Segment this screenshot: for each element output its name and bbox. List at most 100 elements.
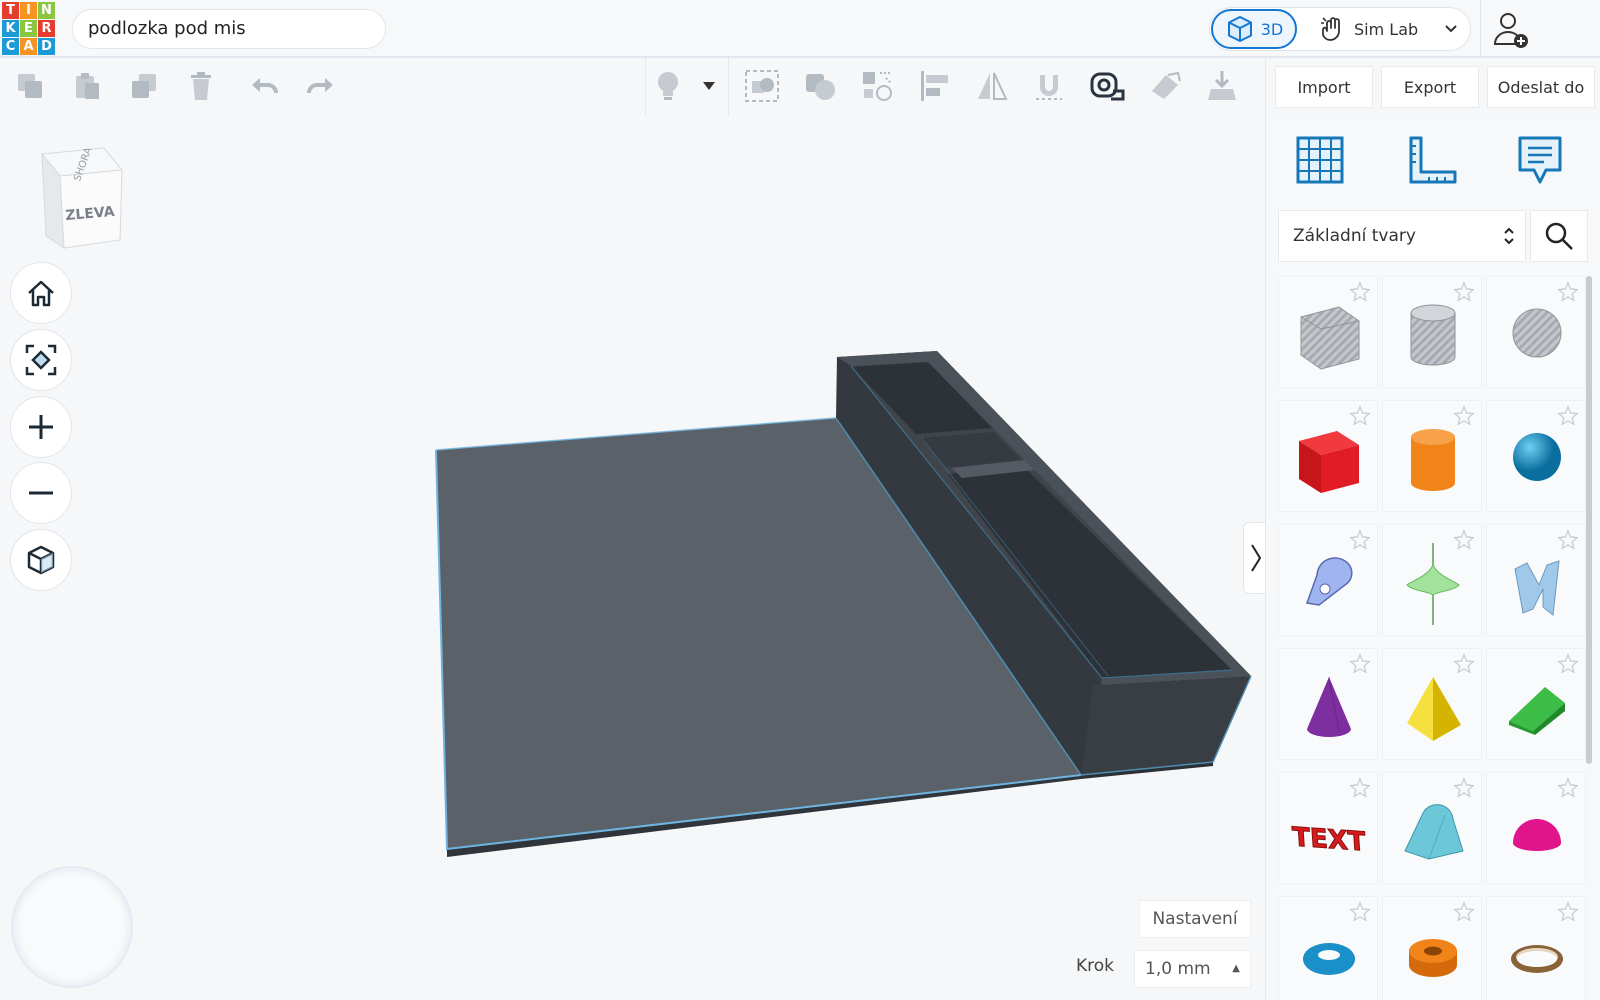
settings-button[interactable]: Nastavení [1139, 900, 1251, 938]
star-icon[interactable] [1557, 405, 1579, 427]
zoom-out-button[interactable] [10, 462, 72, 524]
grid-icon [1296, 136, 1344, 184]
zoom-in-button[interactable] [10, 396, 72, 458]
star-icon[interactable] [1557, 281, 1579, 303]
redo-button[interactable] [301, 66, 341, 106]
note-dropdown[interactable] [696, 66, 722, 106]
drop-to-plane-icon [1208, 71, 1236, 100]
shape-cone[interactable] [1278, 648, 1378, 760]
star-icon[interactable] [1349, 281, 1371, 303]
star-icon[interactable] [1453, 405, 1475, 427]
shape-ring[interactable] [1486, 896, 1586, 1000]
star-icon[interactable] [1453, 653, 1475, 675]
star-icon[interactable] [1557, 653, 1579, 675]
copy-button[interactable] [10, 66, 50, 106]
search-icon [1545, 222, 1573, 250]
shape-box[interactable] [1278, 400, 1378, 512]
workplane-tab[interactable] [1290, 130, 1350, 190]
shape-shape-generator[interactable] [1382, 524, 1482, 636]
project-name-field[interactable]: podlozka pod mis [72, 9, 386, 49]
paint-button[interactable] [1145, 66, 1185, 106]
orbit-control[interactable] [11, 866, 133, 988]
align-dots-button[interactable] [857, 66, 897, 106]
sim-lab-button[interactable]: Sim Lab [1320, 9, 1470, 49]
group-button[interactable] [742, 66, 782, 106]
tinkercad-logo[interactable]: TIN KER CAD [2, 2, 56, 56]
shape-half-sphere[interactable] [1486, 772, 1586, 884]
ungroup-button[interactable] [800, 66, 840, 106]
magnet-button[interactable] [1029, 66, 1069, 106]
drop-button[interactable] [1202, 66, 1242, 106]
shape-text-shape[interactable] [1486, 524, 1586, 636]
mirror-icon [978, 72, 1008, 100]
star-icon[interactable] [1557, 777, 1579, 799]
view-cube[interactable]: SHORA ZLEVA [32, 140, 132, 250]
panel-scrollbar[interactable] [1586, 276, 1592, 764]
notes-tab[interactable] [1510, 130, 1570, 190]
shape-cylinder-hole[interactable] [1382, 276, 1482, 388]
trash-icon [191, 72, 211, 100]
plus-icon [29, 415, 53, 439]
align-icon [921, 71, 948, 101]
star-icon[interactable] [1349, 529, 1371, 551]
star-icon[interactable] [1453, 777, 1475, 799]
add-user-button[interactable] [1480, 0, 1540, 58]
projection-button[interactable] [10, 529, 72, 591]
triangle-up-icon: ▲ [1232, 963, 1240, 974]
shape-torus[interactable] [1278, 896, 1378, 1000]
logo-letter: I [20, 2, 37, 19]
star-icon[interactable] [1557, 901, 1579, 923]
ruler-tape-button[interactable] [1087, 66, 1127, 106]
export-button[interactable]: Export [1381, 66, 1479, 108]
top-bar: TIN KER CAD podlozka pod mis 3D Sim Lab [0, 0, 1600, 58]
star-icon[interactable] [1557, 529, 1579, 551]
minus-icon [29, 491, 53, 495]
shape-pyramid[interactable] [1382, 648, 1482, 760]
home-view-button[interactable] [10, 262, 72, 324]
snap-step-select[interactable]: 1,0 mm ▲ [1134, 950, 1251, 988]
ruler-icon [1409, 136, 1457, 184]
view-3d-button[interactable]: 3D [1211, 9, 1297, 49]
cruise-icon [863, 72, 892, 101]
fit-view-button[interactable] [10, 329, 72, 391]
shape-roof[interactable] [1486, 648, 1586, 760]
star-icon[interactable] [1349, 653, 1371, 675]
align-button[interactable] [915, 66, 955, 106]
mirror-button[interactable] [972, 66, 1012, 106]
star-icon[interactable] [1349, 901, 1371, 923]
shape-sphere[interactable] [1486, 400, 1586, 512]
send-to-button[interactable]: Odeslat do [1487, 66, 1595, 108]
import-button[interactable]: Import [1275, 66, 1373, 108]
shape-search-button[interactable] [1530, 210, 1588, 262]
tape-measure-icon [1090, 72, 1125, 101]
svg-text:TEXT: TEXT [1291, 822, 1366, 857]
workplane-viewport[interactable] [0, 116, 1265, 1000]
star-icon[interactable] [1349, 777, 1371, 799]
shape-text[interactable]: TEXT [1278, 772, 1378, 884]
undo-button[interactable] [244, 66, 284, 106]
shape-cylinder[interactable] [1382, 400, 1482, 512]
duplicate-button[interactable] [124, 66, 164, 106]
note-button[interactable] [648, 66, 688, 106]
shape-sphere-hole[interactable] [1486, 276, 1586, 388]
logo-letter: K [2, 20, 19, 37]
paste-button[interactable] [67, 66, 107, 106]
delete-button[interactable] [181, 66, 221, 106]
shape-box-hole[interactable] [1278, 276, 1378, 388]
undo-icon [252, 78, 278, 94]
shape-scribble[interactable] [1278, 524, 1378, 636]
paste-icon [76, 73, 99, 99]
chevron-right-icon [1251, 544, 1262, 572]
star-icon[interactable] [1453, 529, 1475, 551]
chevron-down-icon [1445, 25, 1457, 33]
star-icon[interactable] [1453, 281, 1475, 303]
shape-tube[interactable] [1382, 896, 1482, 1000]
shape-library-select[interactable]: Základní tvary [1278, 210, 1526, 262]
star-icon[interactable] [1453, 901, 1475, 923]
view-mode-toggle: 3D Sim Lab [1209, 7, 1471, 51]
star-icon[interactable] [1349, 405, 1371, 427]
copy-icon [18, 74, 42, 98]
shape-round-roof[interactable] [1382, 772, 1482, 884]
toolbar-separator [645, 58, 646, 116]
ruler-tab[interactable] [1403, 130, 1463, 190]
